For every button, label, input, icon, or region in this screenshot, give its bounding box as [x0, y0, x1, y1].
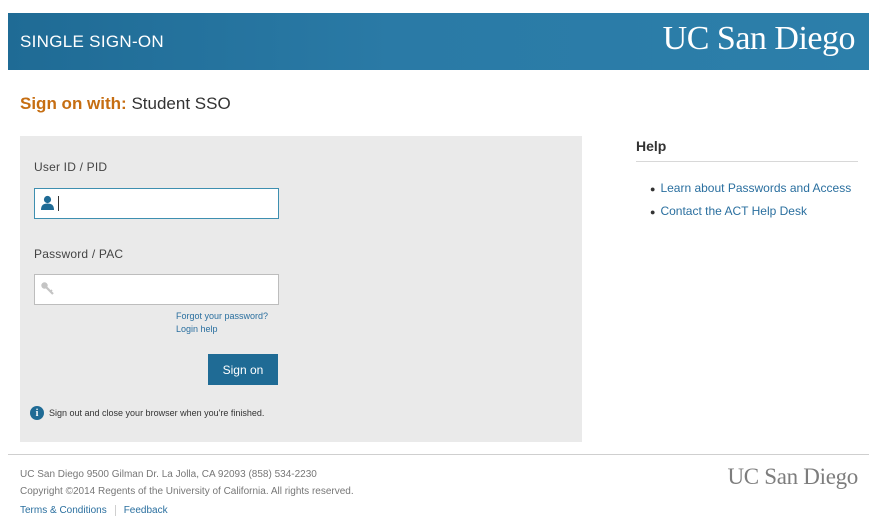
help-link-helpdesk[interactable]: Contact the ACT Help Desk	[660, 204, 807, 218]
help-links: ● Learn about Passwords and Access ● Conta…	[650, 177, 851, 223]
key-icon	[40, 281, 55, 301]
bullet-icon: ●	[650, 207, 656, 217]
feedback-link[interactable]: Feedback	[124, 505, 168, 516]
help-link-passwords[interactable]: Learn about Passwords and Access	[660, 181, 851, 195]
help-link-item[interactable]: ● Learn about Passwords and Access	[650, 177, 851, 200]
footer-copyright: Copyright ©2014 Regents of the Universit…	[20, 486, 354, 497]
user-id-label: User ID / PID	[34, 160, 108, 174]
bullet-icon: ●	[650, 184, 656, 194]
ucsd-logo: UC San Diego	[662, 20, 856, 57]
footer-divider	[8, 454, 869, 455]
info-icon: i	[30, 406, 44, 420]
login-help-link[interactable]: Login help	[176, 324, 218, 334]
signon-heading: Sign on with: Student SSO	[20, 94, 231, 114]
footer-links: Terms & Conditions Feedback	[20, 505, 168, 516]
signout-notice: i Sign out and close your browser when y…	[30, 406, 264, 420]
header-title: SINGLE SIGN-ON	[20, 32, 165, 51]
forgot-password-link[interactable]: Forgot your password?	[176, 311, 268, 321]
help-divider	[636, 161, 858, 162]
signon-value: Student SSO	[131, 94, 231, 113]
footer-info: UC San Diego 9500 Gilman Dr. La Jolla, C…	[20, 466, 354, 500]
user-icon	[40, 195, 55, 215]
terms-link[interactable]: Terms & Conditions	[20, 505, 107, 516]
login-panel: User ID / PID Password / PAC Forgot your…	[20, 136, 582, 442]
notice-text: Sign out and close your browser when you…	[49, 408, 265, 418]
user-id-field[interactable]	[34, 188, 279, 219]
footer-address: UC San Diego 9500 Gilman Dr. La Jolla, C…	[20, 469, 317, 480]
signon-lead: Sign on with:	[20, 94, 127, 113]
help-title: Help	[636, 138, 667, 154]
help-link-item[interactable]: ● Contact the ACT Help Desk	[650, 200, 851, 223]
password-field[interactable]	[34, 274, 279, 305]
header-banner: SINGLE SIGN-ON UC San Diego	[8, 13, 869, 70]
text-caret	[58, 196, 59, 211]
password-label: Password / PAC	[34, 247, 124, 261]
sign-on-button[interactable]: Sign on	[208, 354, 278, 385]
footer-ucsd-logo: UC San Diego	[727, 464, 858, 489]
footer-link-separator	[114, 505, 116, 516]
